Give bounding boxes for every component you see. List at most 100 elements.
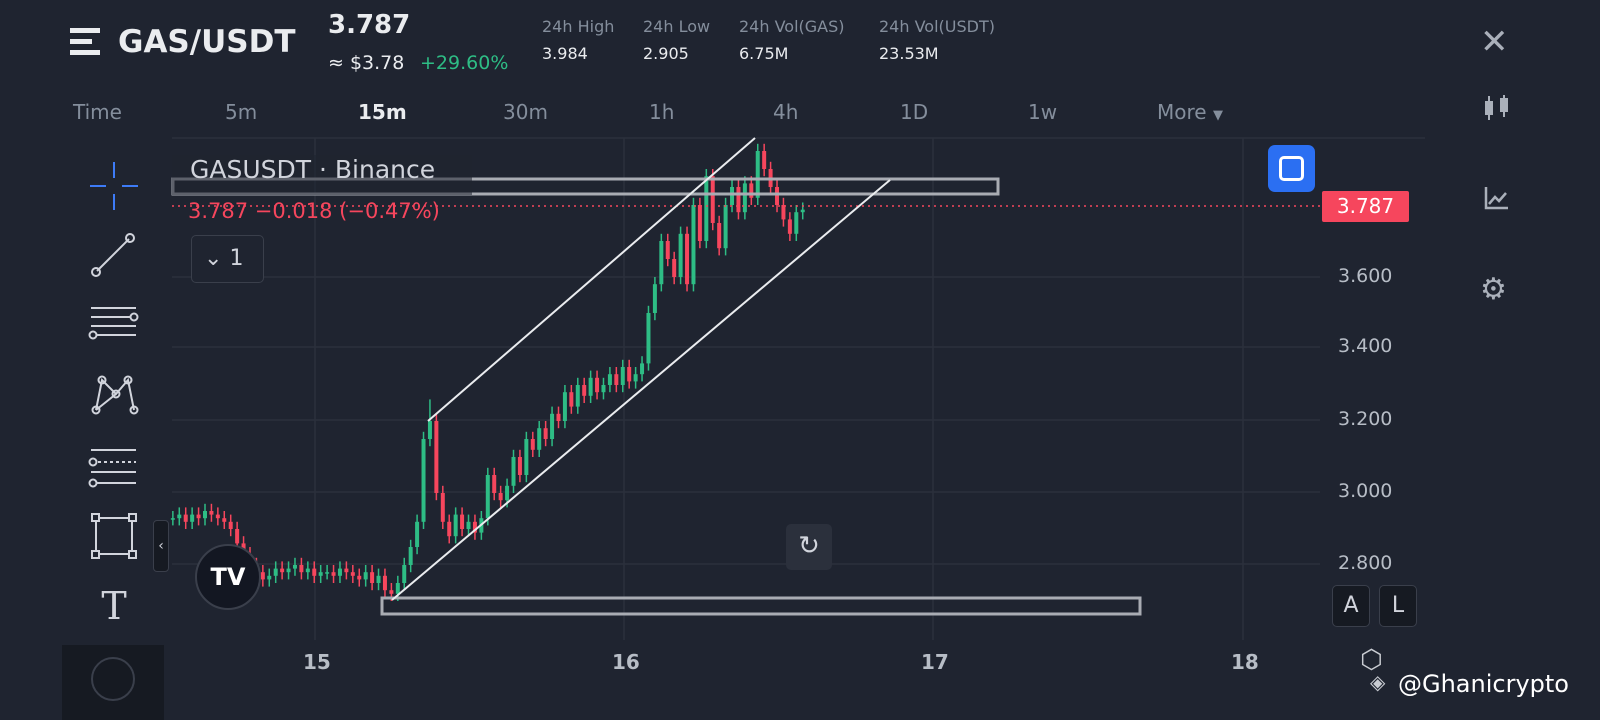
log-scale-button[interactable]: L — [1379, 585, 1417, 627]
candle-body — [697, 205, 702, 241]
candle-body — [485, 475, 490, 519]
candle-body — [228, 521, 233, 529]
candle-body — [498, 493, 503, 501]
candle-body — [762, 151, 767, 169]
candle-body — [395, 583, 400, 594]
candle-body — [517, 457, 522, 475]
candle-body — [595, 377, 600, 393]
candle-body — [260, 572, 265, 580]
candle-body — [363, 572, 368, 580]
fullscreen-button[interactable] — [1268, 145, 1315, 192]
candle-body — [389, 590, 394, 594]
reset-chart-icon[interactable]: ↻ — [786, 524, 832, 570]
candle-body — [312, 568, 317, 576]
candle-body — [318, 572, 323, 576]
candle-body — [659, 241, 664, 285]
candle-body — [755, 151, 760, 198]
candle-body — [588, 377, 593, 396]
x-tick: 17 — [921, 650, 949, 674]
candle-body — [177, 514, 182, 519]
y-tick: 3.600 — [1338, 265, 1393, 287]
chart-legend-title: GASUSDT · Binance — [190, 155, 436, 184]
candle-body — [235, 529, 240, 544]
y-tick: 3.000 — [1338, 480, 1393, 502]
candle-body — [543, 428, 548, 439]
candle-body — [292, 565, 297, 569]
candle-body — [370, 572, 375, 583]
candle-body — [742, 183, 747, 213]
candle-body — [710, 176, 715, 223]
candle-body — [601, 385, 606, 393]
legend-collapse-button[interactable]: ⌄ 1 — [191, 235, 264, 283]
last-price-label: 3.787 — [1322, 191, 1409, 222]
candle-body — [350, 572, 355, 576]
candle-body — [440, 493, 445, 522]
candle-body — [736, 187, 741, 213]
y-tick: 3.400 — [1338, 335, 1393, 357]
candle-body — [196, 514, 201, 519]
candle-body — [190, 514, 195, 522]
candle-body — [717, 223, 722, 249]
watermark: @Ghanicrypto — [1398, 670, 1569, 698]
candle-body — [678, 233, 683, 277]
candle-body — [691, 205, 696, 285]
candle-body — [376, 575, 381, 583]
x-tick: 16 — [612, 650, 640, 674]
candle-body — [344, 568, 349, 573]
candle-body — [633, 374, 638, 382]
candle-body — [466, 521, 471, 529]
candle-body — [382, 575, 387, 591]
candle-body — [794, 212, 799, 234]
fullscreen-icon — [1279, 156, 1304, 181]
candle-body — [775, 187, 780, 205]
candle-body — [267, 575, 272, 580]
chart-legend-values: 3.787 −0.018 (−0.47%) — [188, 199, 440, 223]
support-rectangle — [380, 596, 1142, 616]
candle-body — [640, 363, 645, 375]
candle-body — [652, 284, 657, 313]
candle-body — [183, 514, 188, 522]
candle-body — [749, 183, 754, 198]
candle-body — [170, 518, 175, 520]
candle-body — [299, 565, 304, 573]
chevron-down-icon: ⌄ — [204, 246, 223, 271]
candle-body — [286, 568, 291, 573]
x-tick: 15 — [303, 650, 331, 674]
candle-body — [273, 568, 278, 576]
candle-body — [202, 511, 207, 519]
y-tick: 3.200 — [1338, 408, 1393, 430]
candle-body — [511, 457, 516, 486]
candle-body — [305, 568, 310, 573]
candle-body — [614, 374, 619, 385]
candle-body — [665, 241, 670, 259]
candle-body — [209, 511, 214, 515]
candle-body — [421, 439, 426, 522]
x-tick: 18 — [1231, 650, 1259, 674]
candle-body — [537, 428, 542, 450]
candle-body — [627, 367, 632, 382]
tradingview-logo[interactable]: TV — [195, 544, 261, 610]
candle-body — [447, 521, 452, 537]
candle-body — [427, 421, 432, 439]
y-tick: 2.800 — [1338, 552, 1393, 574]
candle-body — [357, 575, 362, 580]
candle-body — [562, 392, 567, 421]
candle-body — [646, 313, 651, 364]
candle-body — [781, 205, 786, 220]
candle-body — [415, 521, 420, 547]
candle-body — [492, 475, 497, 493]
candle-body — [704, 176, 709, 241]
candle-body — [215, 514, 220, 519]
candle-body — [280, 568, 285, 573]
candle-body — [460, 514, 465, 529]
candle-body — [325, 572, 330, 574]
candle-body — [620, 367, 625, 385]
auto-scale-button[interactable]: A — [1332, 585, 1370, 627]
candle-body — [222, 518, 227, 522]
candle-body — [402, 565, 407, 583]
candle-body — [800, 209, 805, 213]
candle-body — [530, 439, 535, 450]
candle-body — [787, 219, 792, 234]
indicator-count: 1 — [229, 246, 244, 271]
candle-body — [730, 187, 735, 205]
